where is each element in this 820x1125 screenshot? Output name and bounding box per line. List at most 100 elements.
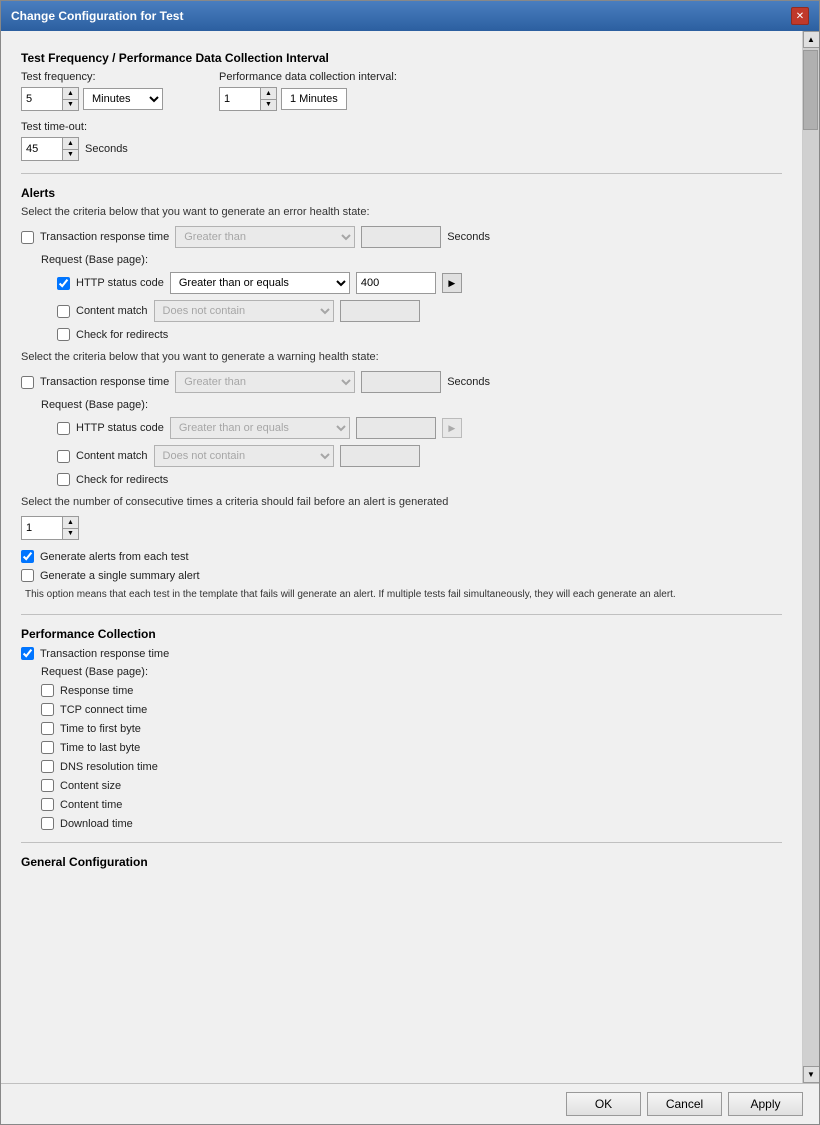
warning-http-label: HTTP status code bbox=[76, 422, 164, 434]
error-http-row: HTTP status code Greater than Greater th… bbox=[57, 272, 782, 294]
error-content-value[interactable] bbox=[340, 300, 420, 322]
test-frequency-input[interactable] bbox=[22, 88, 62, 110]
perf-time-last-byte-checkbox[interactable] bbox=[41, 741, 54, 754]
warning-redirects-row: Check for redirects bbox=[57, 473, 782, 486]
close-button[interactable]: ✕ bbox=[791, 7, 809, 25]
warning-content-value[interactable] bbox=[340, 445, 420, 467]
perf-interval-down-btn[interactable]: ▼ bbox=[260, 100, 276, 111]
error-content-label: Content match bbox=[76, 305, 148, 317]
performance-title: Performance Collection bbox=[21, 627, 782, 641]
perf-dns-resolution-checkbox[interactable] bbox=[41, 760, 54, 773]
perf-tcp-connect-checkbox[interactable] bbox=[41, 703, 54, 716]
generate-alerts-each-checkbox[interactable] bbox=[21, 550, 34, 563]
scrollbar-up-btn[interactable]: ▲ bbox=[803, 31, 820, 48]
dialog-title: Change Configuration for Test bbox=[11, 9, 183, 23]
error-http-play-btn[interactable]: ▶ bbox=[442, 273, 462, 293]
separator-2 bbox=[21, 614, 782, 615]
test-timeout-up-btn[interactable]: ▲ bbox=[62, 138, 78, 150]
error-http-value[interactable] bbox=[356, 272, 436, 294]
test-frequency-down-btn[interactable]: ▼ bbox=[62, 100, 78, 111]
frequency-section: Test Frequency / Performance Data Collec… bbox=[21, 51, 782, 161]
perf-download-time-checkbox[interactable] bbox=[41, 817, 54, 830]
warning-transaction-value[interactable] bbox=[361, 371, 441, 393]
title-bar: Change Configuration for Test ✕ bbox=[1, 1, 819, 31]
consecutive-desc: Select the number of consecutive times a… bbox=[21, 496, 782, 508]
test-frequency-unit-dropdown[interactable]: Minutes Seconds Hours bbox=[83, 88, 163, 110]
test-timeout-group: Test time-out: ▲ ▼ Seconds bbox=[21, 121, 782, 161]
error-criteria-desc: Select the criteria below that you want … bbox=[21, 206, 782, 218]
warning-http-operator[interactable]: Greater than Greater than or equals bbox=[170, 417, 350, 439]
cancel-button[interactable]: Cancel bbox=[647, 1092, 722, 1116]
perf-interval-input[interactable] bbox=[220, 88, 260, 110]
apply-button[interactable]: Apply bbox=[728, 1092, 803, 1116]
perf-download-time-label: Download time bbox=[60, 818, 133, 830]
perf-time-first-byte-label: Time to first byte bbox=[60, 723, 141, 735]
alerts-info-text: This option means that each test in the … bbox=[25, 588, 772, 602]
test-timeout-down-btn[interactable]: ▼ bbox=[62, 150, 78, 161]
warning-transaction-checkbox[interactable] bbox=[21, 376, 34, 389]
error-transaction-checkbox[interactable] bbox=[21, 231, 34, 244]
error-http-label: HTTP status code bbox=[76, 277, 164, 289]
warning-content-operator[interactable]: Does not contain Contains bbox=[154, 445, 334, 467]
generate-alerts-each-row: Generate alerts from each test bbox=[21, 550, 782, 563]
perf-download-time-row: Download time bbox=[41, 817, 782, 830]
perf-interval-spinner[interactable]: ▲ ▼ bbox=[219, 87, 277, 111]
perf-content-size-checkbox[interactable] bbox=[41, 779, 54, 792]
performance-section: Performance Collection Transaction respo… bbox=[21, 627, 782, 830]
scrollbar-thumb[interactable] bbox=[803, 50, 818, 130]
generate-single-summary-label: Generate a single summary alert bbox=[40, 570, 200, 582]
consecutive-down-btn[interactable]: ▼ bbox=[62, 529, 78, 540]
warning-redirects-checkbox[interactable] bbox=[57, 473, 70, 486]
error-transaction-label: Transaction response time bbox=[40, 231, 169, 243]
error-transaction-value[interactable] bbox=[361, 226, 441, 248]
error-http-checkbox[interactable] bbox=[57, 277, 70, 290]
perf-tcp-connect-label: TCP connect time bbox=[60, 704, 147, 716]
test-timeout-label: Test time-out: bbox=[21, 121, 782, 133]
error-http-operator[interactable]: Greater than Greater than or equals bbox=[170, 272, 350, 294]
test-timeout-spinner[interactable]: ▲ ▼ bbox=[21, 137, 79, 161]
scrollbar: ▲ ▼ bbox=[802, 31, 819, 1083]
warning-http-value[interactable] bbox=[356, 417, 436, 439]
perf-interval-group: Performance data collection interval: ▲ … bbox=[219, 71, 397, 111]
error-redirects-checkbox[interactable] bbox=[57, 328, 70, 341]
perf-time-first-byte-row: Time to first byte bbox=[41, 722, 782, 735]
perf-dns-resolution-row: DNS resolution time bbox=[41, 760, 782, 773]
perf-interval-up-btn[interactable]: ▲ bbox=[260, 88, 276, 100]
scrollbar-track[interactable] bbox=[803, 48, 819, 1066]
perf-transaction-checkbox[interactable] bbox=[21, 647, 34, 660]
consecutive-spinner[interactable]: ▲ ▼ bbox=[21, 516, 79, 540]
warning-request-label: Request (Base page): bbox=[41, 399, 782, 411]
warning-transaction-label: Transaction response time bbox=[40, 376, 169, 388]
test-frequency-spinner-btns: ▲ ▼ bbox=[62, 88, 78, 110]
scrollbar-down-btn[interactable]: ▼ bbox=[803, 1066, 820, 1083]
consecutive-up-btn[interactable]: ▲ bbox=[62, 517, 78, 529]
warning-content-label: Content match bbox=[76, 450, 148, 462]
error-content-operator[interactable]: Does not contain Contains bbox=[154, 300, 334, 322]
test-timeout-input[interactable] bbox=[22, 138, 62, 160]
perf-request-label: Request (Base page): bbox=[41, 666, 782, 678]
perf-time-first-byte-checkbox[interactable] bbox=[41, 722, 54, 735]
test-frequency-up-btn[interactable]: ▲ bbox=[62, 88, 78, 100]
error-transaction-unit: Seconds bbox=[447, 231, 490, 243]
consecutive-input[interactable] bbox=[22, 517, 62, 539]
perf-response-time-checkbox[interactable] bbox=[41, 684, 54, 697]
warning-transaction-unit: Seconds bbox=[447, 376, 490, 388]
main-panel: Test Frequency / Performance Data Collec… bbox=[1, 31, 802, 1083]
warning-transaction-operator[interactable]: Greater than Greater than or equals bbox=[175, 371, 355, 393]
ok-button[interactable]: OK bbox=[566, 1092, 641, 1116]
warning-http-checkbox[interactable] bbox=[57, 422, 70, 435]
test-frequency-spinner[interactable]: ▲ ▼ bbox=[21, 87, 79, 111]
error-content-checkbox[interactable] bbox=[57, 305, 70, 318]
test-frequency-label: Test frequency: bbox=[21, 71, 163, 83]
generate-alerts-each-label: Generate alerts from each test bbox=[40, 551, 189, 563]
error-redirects-label: Check for redirects bbox=[76, 329, 168, 341]
generate-single-summary-checkbox[interactable] bbox=[21, 569, 34, 582]
error-content-row: Content match Does not contain Contains bbox=[57, 300, 782, 322]
perf-content-time-checkbox[interactable] bbox=[41, 798, 54, 811]
warning-http-play-btn[interactable]: ▶ bbox=[442, 418, 462, 438]
warning-criteria-desc: Select the criteria below that you want … bbox=[21, 351, 782, 363]
warning-content-checkbox[interactable] bbox=[57, 450, 70, 463]
dialog-window: Change Configuration for Test ✕ Test Fre… bbox=[0, 0, 820, 1125]
error-transaction-operator[interactable]: Greater than Greater than or equals bbox=[175, 226, 355, 248]
perf-interval-label: Performance data collection interval: bbox=[219, 71, 397, 83]
